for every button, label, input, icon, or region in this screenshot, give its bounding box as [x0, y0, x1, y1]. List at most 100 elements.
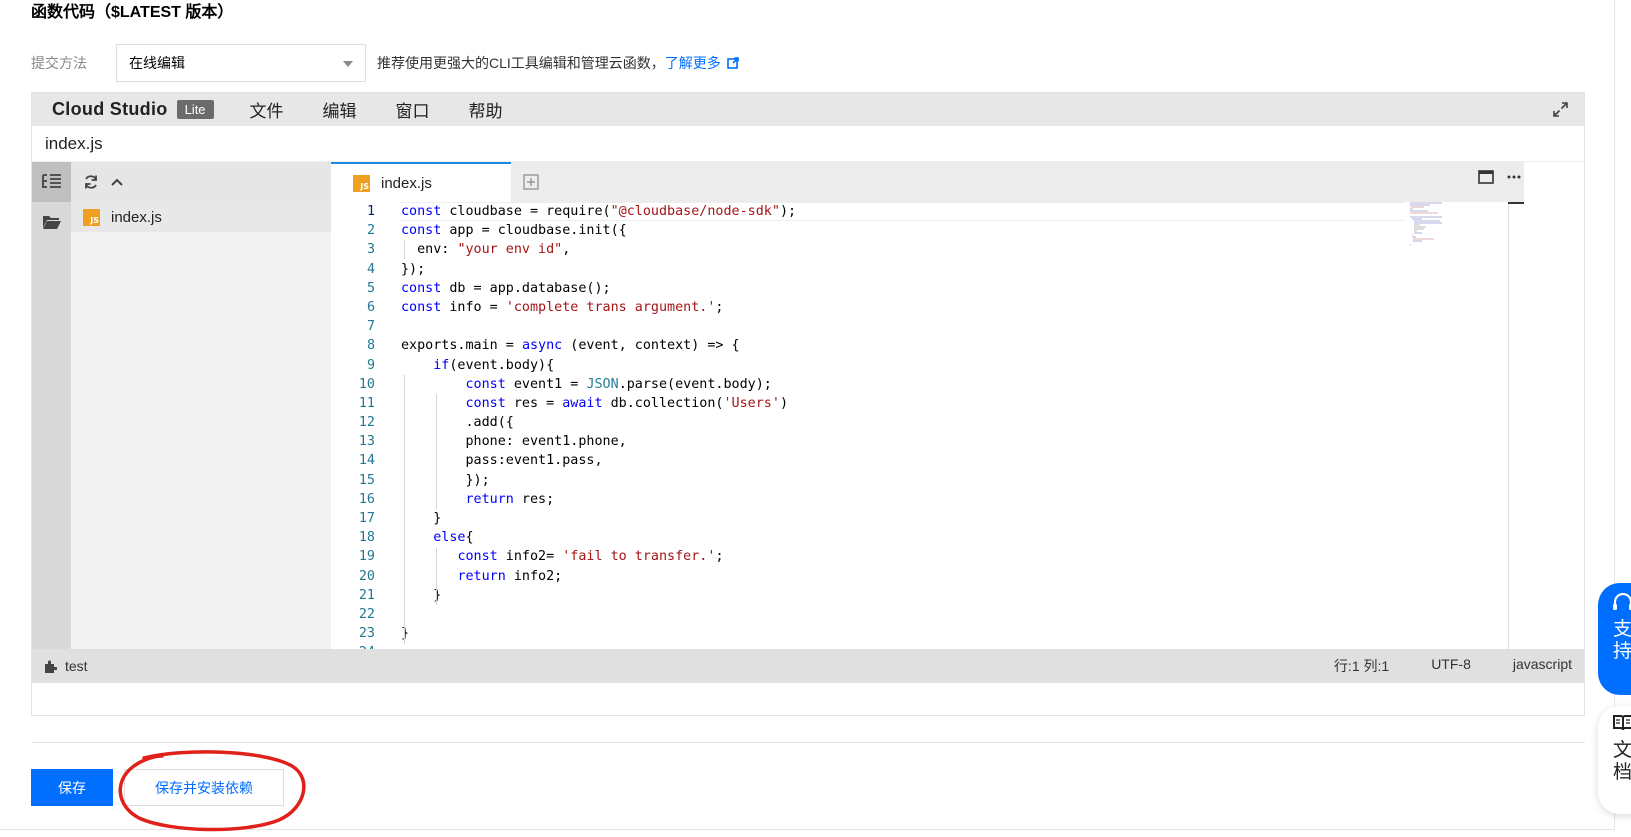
- save-and-install-button[interactable]: 保存并安装依赖: [124, 769, 284, 806]
- code-line[interactable]: });: [401, 471, 1524, 490]
- code-line[interactable]: }: [401, 624, 1524, 643]
- line-number: 14: [358, 453, 375, 469]
- status-language[interactable]: javascript: [1513, 656, 1572, 676]
- code-line[interactable]: const event1 = JSON.parse(event.body);: [401, 375, 1524, 394]
- status-cursor-position[interactable]: 行:1 列:1: [1334, 656, 1389, 676]
- submit-method-value: 在线编辑: [129, 55, 185, 71]
- code-editor[interactable]: 123456789101112131415161718192021222324 …: [331, 202, 1524, 658]
- footer-divider: [31, 742, 1585, 743]
- code-line[interactable]: return info2;: [401, 567, 1524, 586]
- code-line[interactable]: pass:event1.pass,: [401, 451, 1524, 470]
- line-number: 10: [358, 376, 375, 392]
- line-number: 6: [366, 299, 375, 315]
- new-tab-button[interactable]: [511, 162, 551, 202]
- menu-window[interactable]: 窗口: [396, 97, 469, 122]
- status-encoding[interactable]: UTF-8: [1431, 656, 1471, 676]
- line-number: 1: [366, 204, 375, 219]
- line-number: 13: [358, 434, 375, 450]
- tab-label: index.js: [381, 174, 432, 192]
- status-project[interactable]: test: [44, 658, 88, 674]
- code-line[interactable]: }: [401, 586, 1524, 605]
- line-number-gutter: 123456789101112131415161718192021222324: [331, 202, 375, 658]
- code-line[interactable]: else{: [401, 528, 1524, 547]
- learn-more-link[interactable]: 了解更多: [665, 55, 739, 71]
- list-tree-icon: [41, 174, 61, 188]
- ide-body: JS index.js JS index.js 1 2 3 4 5 6 7 8 9 10 11: [32, 162, 1584, 678]
- line-number: 17: [358, 511, 375, 526]
- code-line[interactable]: const res = await db.collection('Users'): [401, 394, 1524, 413]
- line-number: 4: [366, 261, 375, 277]
- submit-method-row: 提交方法 在线编辑 推荐使用更强大的CLI工具编辑和管理云函数，了解更多: [31, 44, 739, 82]
- line-number: 19: [358, 549, 375, 565]
- code-line[interactable]: const db = app.database();: [401, 279, 1524, 298]
- ide-menubar: Cloud Studio Lite 文件 编辑 窗口 帮助: [32, 93, 1584, 126]
- support-float-button[interactable]: 支持: [1598, 583, 1631, 695]
- submit-method-label: 提交方法: [31, 55, 87, 71]
- add-tab-icon: [523, 174, 539, 190]
- line-number: 20: [358, 568, 375, 584]
- indent-guide: [436, 394, 437, 509]
- puzzle-icon: [45, 660, 57, 673]
- menu-file[interactable]: 文件: [250, 97, 323, 122]
- line-number: 21: [358, 587, 375, 603]
- external-link-icon: [726, 57, 739, 69]
- tab-index-js[interactable]: JS index.js: [331, 162, 511, 202]
- folder-open-icon: [42, 216, 61, 229]
- docs-float-button[interactable]: 文档: [1598, 706, 1631, 814]
- line-number: 8: [366, 338, 375, 354]
- indent-guide: [404, 375, 405, 644]
- submit-method-select[interactable]: 在线编辑: [116, 44, 366, 82]
- explorer-button[interactable]: [32, 202, 71, 242]
- menu-help[interactable]: 帮助: [469, 97, 542, 122]
- line-number: 7: [366, 319, 375, 335]
- more-icon[interactable]: [1506, 170, 1522, 184]
- file-path: index.js: [45, 133, 103, 153]
- code-line[interactable]: [401, 317, 1524, 336]
- status-project-name: test: [65, 658, 88, 674]
- minimap[interactable]: [1408, 202, 1458, 246]
- code-line[interactable]: phone: event1.phone,: [401, 432, 1524, 451]
- code-line[interactable]: });: [401, 260, 1524, 279]
- code-line[interactable]: exports.main = async (event, context) =>…: [401, 336, 1524, 355]
- line-number: 16: [358, 491, 375, 507]
- fullscreen-icon[interactable]: [1553, 102, 1568, 117]
- code-line[interactable]: const info = 'complete trans argument.';: [401, 298, 1524, 317]
- tree-item-label: index.js: [111, 208, 162, 226]
- js-file-icon: JS: [83, 208, 100, 226]
- vertical-scrollbar[interactable]: [1508, 202, 1524, 658]
- code-line[interactable]: if(event.body){: [401, 356, 1524, 375]
- code-line[interactable]: .add({: [401, 413, 1524, 432]
- code-line[interactable]: const app = cloudbase.init({: [401, 221, 1524, 240]
- line-number: 18: [358, 530, 375, 546]
- refresh-icon[interactable]: [83, 174, 99, 190]
- docs-label: 文档: [1613, 740, 1631, 783]
- code-line[interactable]: [401, 605, 1524, 624]
- line-number: 22: [358, 606, 375, 622]
- code-line[interactable]: const info2= 'fail to transfer.';: [401, 547, 1524, 566]
- menu-edit[interactable]: 编辑: [323, 97, 396, 122]
- code-line[interactable]: env: "your env id",: [401, 240, 1524, 259]
- file-explorer: JS index.js: [71, 162, 331, 678]
- support-label: 支持: [1613, 619, 1631, 662]
- indent-guide: [436, 548, 437, 605]
- explorer-toolbar: [71, 162, 331, 202]
- status-right: 行:1 列:1 UTF-8 javascript: [1334, 656, 1572, 676]
- save-button[interactable]: 保存: [31, 769, 113, 806]
- maximize-panel-icon[interactable]: [1478, 170, 1494, 184]
- line-number: 11: [358, 395, 375, 411]
- line-number: 12: [358, 415, 375, 431]
- code-line[interactable]: }: [401, 509, 1524, 528]
- collapse-icon[interactable]: [109, 174, 125, 190]
- js-file-icon: JS: [353, 174, 370, 192]
- code-content[interactable]: const cloudbase = require("@cloudbase/no…: [399, 202, 1524, 658]
- cli-hint: 推荐使用更强大的CLI工具编辑和管理云函数，了解更多: [377, 53, 739, 73]
- tree-item-index-js[interactable]: JS index.js: [71, 202, 331, 232]
- code-line[interactable]: return res;: [401, 490, 1524, 509]
- chevron-down-icon: [343, 61, 353, 67]
- outline-button[interactable]: [32, 162, 71, 202]
- file-path-bar: index.js: [32, 126, 1584, 162]
- cloud-studio-ide: Cloud Studio Lite 文件 编辑 窗口 帮助 index.js J…: [31, 92, 1585, 716]
- editor-area: JS index.js 1 2 3 4 5 6 7 8 9 10 11 12 13 14 15 16 17 18 1…: [331, 162, 1524, 678]
- code-line[interactable]: const cloudbase = require("@cloudbase/no…: [399, 202, 1524, 222]
- tab-bar: JS index.js: [331, 162, 1524, 202]
